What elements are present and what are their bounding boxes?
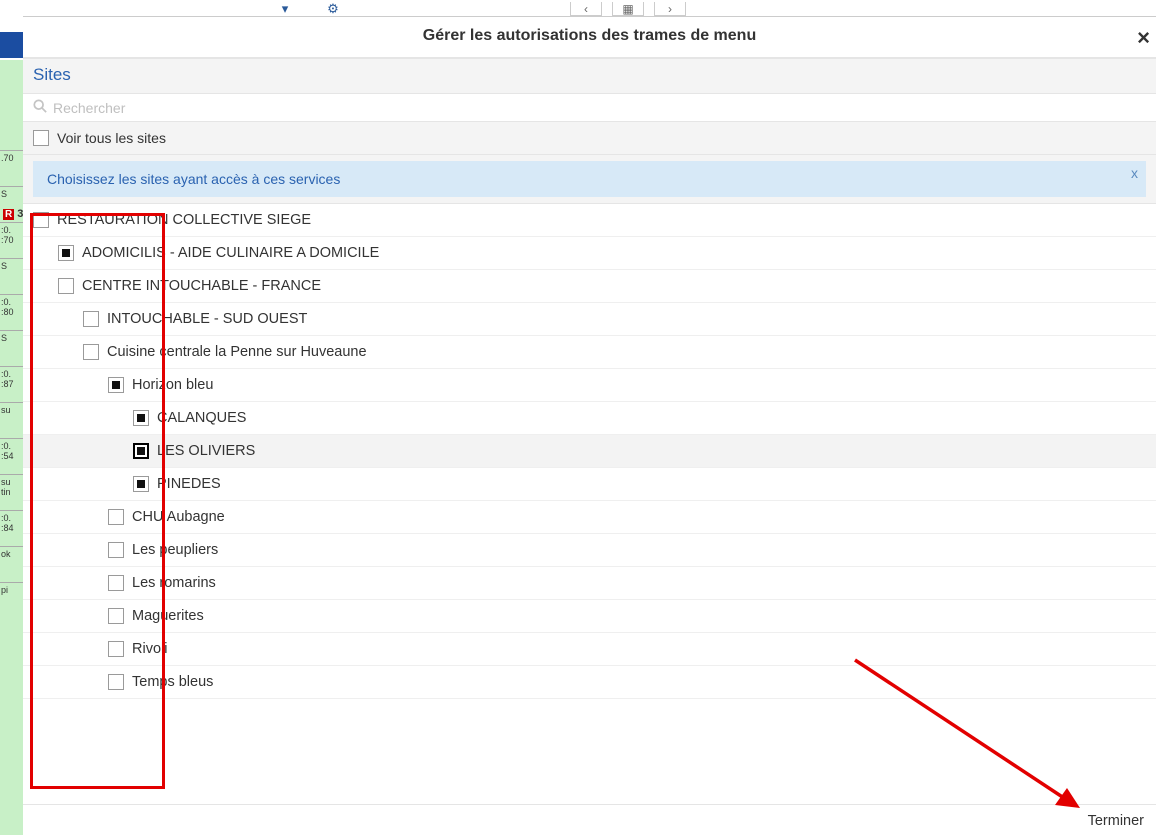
tree-row[interactable]: CHU Aubagne [23,501,1156,534]
tree-row-label: Rivoli [132,641,167,657]
bg-center-nav: ‹ ▦ › [570,2,686,16]
section-title-sites: Sites [23,58,1156,94]
tree-row-label: INTOUCHABLE - SUD OUEST [107,311,307,327]
tree-checkbox[interactable] [108,542,124,558]
show-all-checkbox[interactable] [33,130,49,146]
search-icon [33,99,47,116]
tree-row[interactable]: CENTRE INTOUCHABLE - FRANCE [23,270,1156,303]
bg-side-cell: su [0,402,23,438]
modal-title: Gérer les autorisations des trames de me… [423,27,756,44]
tree-checkbox[interactable] [108,608,124,624]
bg-side-cell: ok [0,546,23,582]
chevron-left-icon: ‹ [570,2,602,16]
bg-side-cell: .70 [0,150,23,186]
bg-side-cell: :0. :54 [0,438,23,474]
tree-checkbox[interactable] [33,212,49,228]
search-row [23,94,1156,122]
bg-date-badge: R 3 [3,208,23,220]
modal-footer: Terminer [23,805,1156,835]
tree-row-label: RESTAURATION COLLECTIVE SIEGE [57,212,311,228]
info-banner-wrap: Choisissez les sites ayant accès à ces s… [23,155,1156,204]
tree-checkbox[interactable] [133,443,149,459]
tree-row[interactable]: ADOMICILIS - AIDE CULINAIRE A DOMICILE [23,237,1156,270]
tree-row[interactable]: Temps bleus [23,666,1156,699]
bg-side-cell: pi [0,582,23,618]
bg-top-icons: ▾ ⚙ [270,2,348,16]
tree-row-label: Temps bleus [132,674,213,690]
tree-row-label: Les romarins [132,575,216,591]
tree-row-label: Les peupliers [132,542,218,558]
bg-blue-bar [0,32,23,58]
bg-side-cell: S [0,330,23,366]
tree-row[interactable]: Rivoli [23,633,1156,666]
bg-side-cell: :0. :70 [0,222,23,258]
finish-button[interactable]: Terminer [1088,813,1144,829]
tree-checkbox[interactable] [133,476,149,492]
tree-row[interactable]: LES OLIVIERS [23,435,1156,468]
tree-row-label: CALANQUES [157,410,246,426]
info-banner: Choisissez les sites ayant accès à ces s… [33,161,1146,197]
calendar-icon: ▦ [612,2,644,16]
tree-row-label: PINEDES [157,476,221,492]
bg-side-cell: :0. :87 [0,366,23,402]
tree-row[interactable]: INTOUCHABLE - SUD OUEST [23,303,1156,336]
tree-checkbox[interactable] [108,674,124,690]
tree-row[interactable]: PINEDES [23,468,1156,501]
chevron-right-icon: › [654,2,686,16]
tree-row-label: Cuisine centrale la Penne sur Huveaune [107,344,367,360]
tree-row-label: LES OLIVIERS [157,443,255,459]
tree-checkbox[interactable] [108,641,124,657]
bg-side-cell: :0. :84 [0,510,23,546]
chevron-down-icon: ▾ [270,2,300,16]
manage-permissions-modal: Gérer les autorisations des trames de me… [23,16,1156,835]
tree-checkbox[interactable] [58,278,74,294]
tree-row-label: CENTRE INTOUCHABLE - FRANCE [82,278,321,294]
close-icon[interactable]: × [1137,27,1150,49]
tree-row[interactable]: Maguerites [23,600,1156,633]
tree-checkbox[interactable] [83,311,99,327]
sites-tree[interactable]: RESTAURATION COLLECTIVE SIEGE ADOMICILIS … [23,204,1156,804]
tree-row[interactable]: CALANQUES [23,402,1156,435]
tree-row-label: Maguerites [132,608,204,624]
tree-row-label: CHU Aubagne [132,509,225,525]
search-input[interactable] [53,100,1146,116]
tree-row[interactable]: RESTAURATION COLLECTIVE SIEGE [23,204,1156,237]
info-banner-text: Choisissez les sites ayant accès à ces s… [47,171,340,187]
tree-checkbox[interactable] [133,410,149,426]
bg-side-cell: :0. :80 [0,294,23,330]
show-all-label: Voir tous les sites [57,130,166,146]
tree-checkbox[interactable] [108,575,124,591]
tree-row-label: ADOMICILIS - AIDE CULINAIRE A DOMICILE [82,245,379,261]
gear-icon: ⚙ [318,2,348,16]
tree-row[interactable]: Cuisine centrale la Penne sur Huveaune [23,336,1156,369]
show-all-sites-row[interactable]: Voir tous les sites [23,122,1156,155]
close-banner-icon[interactable]: x [1131,165,1138,181]
bg-side-cell: su tin [0,474,23,510]
bg-side-cell: S [0,258,23,294]
bg-sidebar: R 3 .70S:0. :70S:0. :80S:0. :87su:0. :54… [0,60,23,835]
tree-row[interactable]: Horizon bleu [23,369,1156,402]
tree-checkbox[interactable] [58,245,74,261]
tree-checkbox[interactable] [83,344,99,360]
tree-checkbox[interactable] [108,509,124,525]
tree-row-label: Horizon bleu [132,377,213,393]
tree-wrap: RESTAURATION COLLECTIVE SIEGE ADOMICILIS … [23,204,1156,805]
modal-header: Gérer les autorisations des trames de me… [23,17,1156,58]
tree-checkbox[interactable] [108,377,124,393]
tree-row[interactable]: Les romarins [23,567,1156,600]
tree-row[interactable]: Les peupliers [23,534,1156,567]
